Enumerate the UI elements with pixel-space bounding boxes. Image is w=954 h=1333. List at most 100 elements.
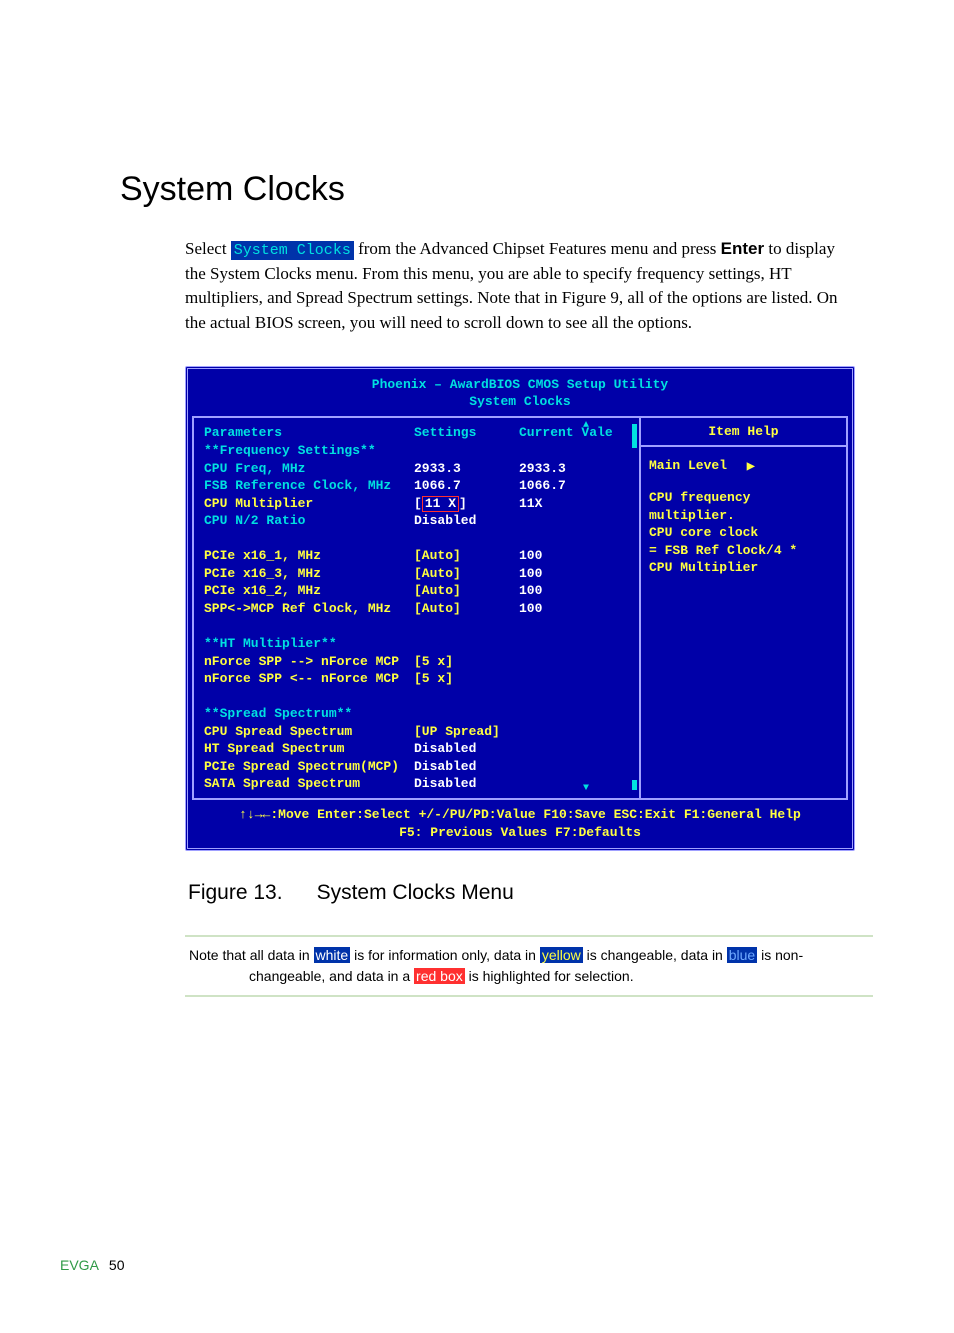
bios-row[interactable]: CPU Freq, MHz2933.32933.3 — [204, 460, 635, 478]
bios-row[interactable]: SATA Spread SpectrumDisabled — [204, 775, 635, 793]
param-cell: CPU Freq, MHz — [204, 460, 414, 478]
selected-value[interactable]: 11 X — [422, 496, 459, 512]
current-cell — [519, 758, 589, 776]
note-text: Note that all data in — [189, 947, 314, 963]
scroll-up-icon: ▲ — [583, 419, 589, 433]
help-line: = FSB Ref Clock/4 * — [649, 542, 838, 560]
intro-text: from the Advanced Chipset Features menu … — [354, 239, 721, 258]
current-cell — [519, 635, 589, 653]
bios-row — [204, 688, 635, 706]
scroll-thumb[interactable] — [632, 424, 637, 448]
param-cell: SATA Spread Spectrum — [204, 775, 414, 793]
current-cell — [519, 653, 589, 671]
legend-blue: blue — [727, 947, 757, 963]
bios-row[interactable]: CPU N/2 RatioDisabled — [204, 512, 635, 530]
bios-row[interactable]: nForce SPP --> nForce MCP[5 x] — [204, 653, 635, 671]
help-title: Item Help — [641, 418, 846, 447]
current-cell — [519, 670, 589, 688]
inline-code-system-clocks: System Clocks — [231, 241, 354, 260]
param-cell: HT Spread Spectrum — [204, 740, 414, 758]
param-cell: **Spread Spectrum** — [204, 705, 414, 723]
intro-paragraph: Select System Clocks from the Advanced C… — [185, 237, 854, 336]
bios-row[interactable]: PCIe x16_1, MHz[Auto]100 — [204, 547, 635, 565]
param-cell: CPU N/2 Ratio — [204, 512, 414, 530]
bios-row[interactable]: SPP<->MCP Ref Clock, MHz[Auto]100 — [204, 600, 635, 618]
current-cell: 100 — [519, 582, 589, 600]
current-cell — [519, 740, 589, 758]
col-header-current: Current Val — [519, 424, 605, 442]
setting-cell: 2933.3 — [414, 460, 519, 478]
current-cell: 100 — [519, 600, 589, 618]
setting-cell — [414, 442, 519, 460]
bios-row[interactable]: FSB Reference Clock, MHz1066.71066.7 — [204, 477, 635, 495]
bios-row[interactable]: PCIe x16_3, MHz[Auto]100 — [204, 565, 635, 583]
current-cell: 11X — [519, 495, 589, 513]
scroll-thumb[interactable] — [632, 780, 637, 790]
col-header-parameters: Parameters — [204, 424, 414, 442]
setting-cell: [UP Spread] — [414, 723, 519, 741]
bios-row[interactable]: PCIe x16_2, MHz[Auto]100 — [204, 582, 635, 600]
current-cell: 100 — [519, 547, 589, 565]
help-line: CPU core clock — [649, 524, 838, 542]
setting-cell: [Auto] — [414, 565, 519, 583]
figure-title: System Clocks Menu — [317, 881, 514, 904]
col-header-settings: Settings — [414, 424, 519, 442]
param-cell: nForce SPP <-- nForce MCP — [204, 670, 414, 688]
current-cell — [519, 442, 589, 460]
current-cell — [519, 775, 589, 793]
note-text: changeable, and data in a — [249, 968, 414, 984]
footer-brand: EVGA — [60, 1257, 99, 1273]
param-cell: CPU Spread Spectrum — [204, 723, 414, 741]
current-cell — [519, 705, 589, 723]
bios-row[interactable]: CPU Multiplier[11 X]11X — [204, 495, 635, 513]
bios-row[interactable]: **HT Multiplier** — [204, 635, 635, 653]
bios-row[interactable]: HT Spread SpectrumDisabled — [204, 740, 635, 758]
col-header-current-tail: e — [605, 424, 613, 442]
current-cell — [519, 512, 589, 530]
param-cell: PCIe Spread Spectrum(MCP) — [204, 758, 414, 776]
param-cell: PCIe x16_2, MHz — [204, 582, 414, 600]
setting-cell: [5 x] — [414, 653, 519, 671]
help-main-level: Main Level — [649, 458, 727, 473]
setting-cell: [5 x] — [414, 670, 519, 688]
setting-cell — [414, 635, 519, 653]
triangle-right-icon: ▶ — [735, 462, 755, 473]
setting-cell: [11 X] — [414, 495, 519, 513]
param-cell: **HT Multiplier** — [204, 635, 414, 653]
note-text: is non- — [757, 947, 803, 963]
param-cell: **Frequency Settings** — [204, 442, 414, 460]
page-footer: EVGA 50 — [60, 1257, 894, 1273]
bios-row[interactable]: **Spread Spectrum** — [204, 705, 635, 723]
footer-page-number: 50 — [109, 1257, 125, 1273]
note-text: is for information only, data in — [350, 947, 540, 963]
setting-cell: Disabled — [414, 758, 519, 776]
param-cell: SPP<->MCP Ref Clock, MHz — [204, 600, 414, 618]
param-cell: nForce SPP --> nForce MCP — [204, 653, 414, 671]
bios-row[interactable]: **Frequency Settings** — [204, 442, 635, 460]
bios-row — [204, 530, 635, 548]
figure-caption: Figure 13.System Clocks Menu — [188, 881, 894, 905]
scroll-down-icon: ▼ — [583, 783, 589, 794]
note-box: Note that all data in white is for infor… — [185, 935, 873, 997]
bios-row[interactable]: PCIe Spread Spectrum(MCP)Disabled — [204, 758, 635, 776]
current-cell — [519, 723, 589, 741]
setting-cell: [Auto] — [414, 547, 519, 565]
bios-help-pane: Item Help Main Level ▶ CPU frequency mul… — [639, 418, 846, 798]
param-cell: PCIe x16_3, MHz — [204, 565, 414, 583]
setting-cell: Disabled — [414, 512, 519, 530]
bios-footer-line2: F5: Previous Values F7:Defaults — [192, 824, 848, 842]
section-heading: System Clocks — [120, 170, 894, 209]
help-line: CPU frequency multiplier. — [649, 489, 838, 524]
scrollbar[interactable] — [632, 424, 637, 792]
bios-row[interactable]: CPU Spread Spectrum[UP Spread] — [204, 723, 635, 741]
param-cell: CPU Multiplier — [204, 495, 414, 513]
bios-left-pane[interactable]: Parameters Settings Current Val▲ e **Freq… — [194, 418, 639, 798]
setting-cell: [Auto] — [414, 582, 519, 600]
current-cell: 1066.7 — [519, 477, 589, 495]
bios-footer-line1: ↑↓→←:Move Enter:Select +/-/PU/PD:Value F… — [192, 806, 848, 824]
setting-cell — [414, 705, 519, 723]
current-cell: 2933.3 — [519, 460, 589, 478]
bios-row[interactable]: nForce SPP <-- nForce MCP[5 x] — [204, 670, 635, 688]
bios-row — [204, 617, 635, 635]
help-line: CPU Multiplier — [649, 559, 838, 577]
